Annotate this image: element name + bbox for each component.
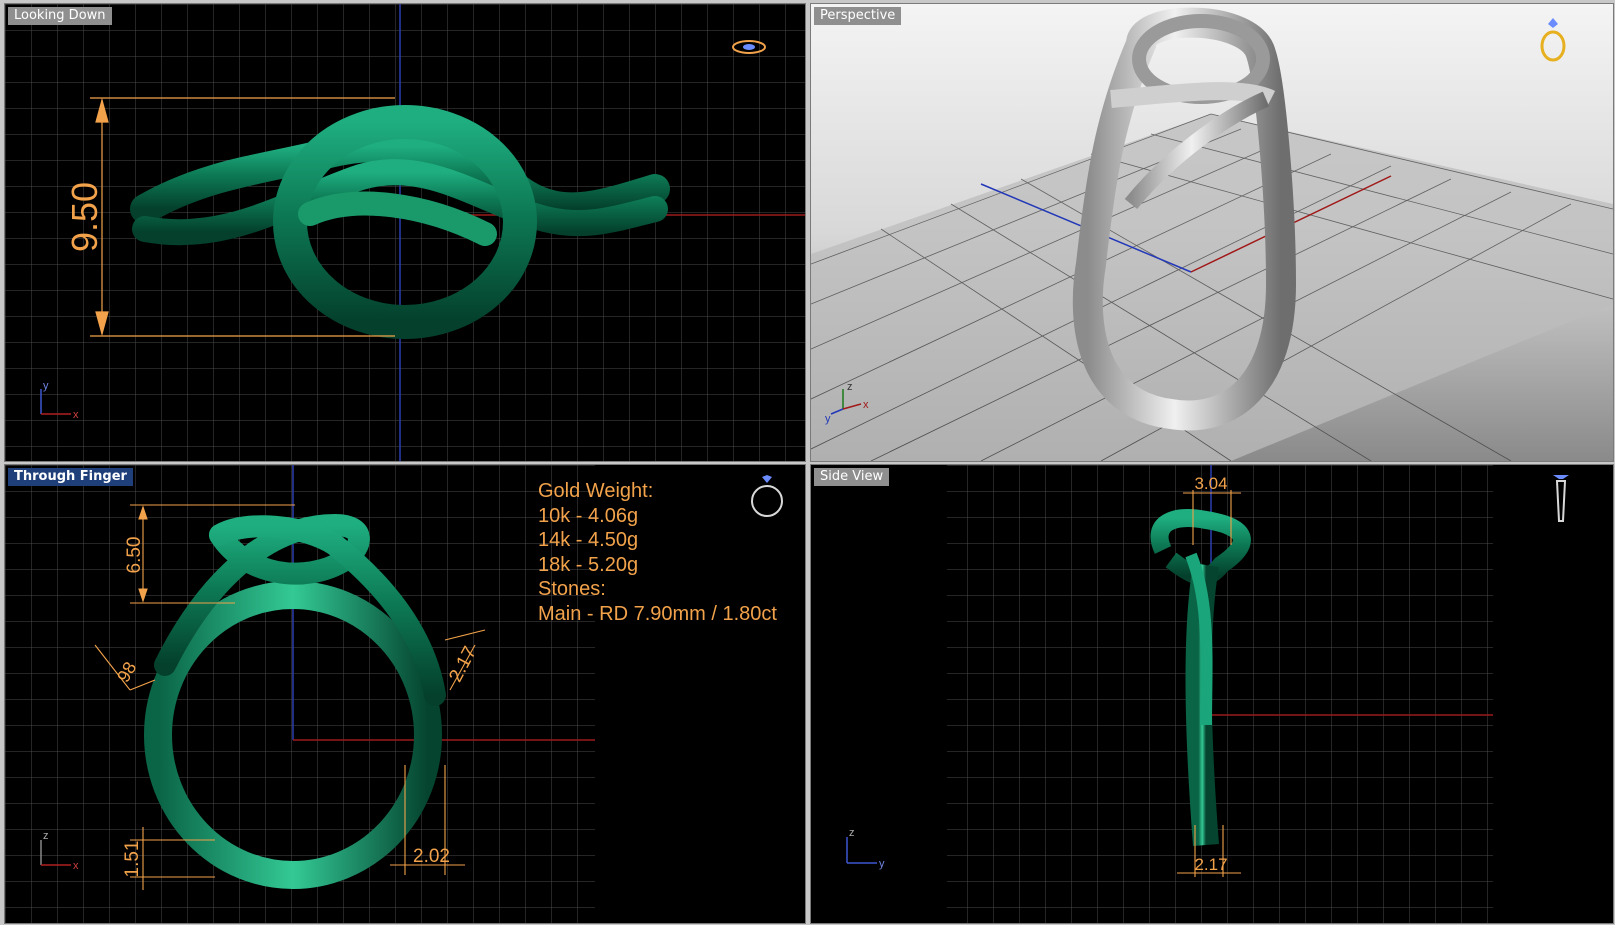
axis-label-y: y bbox=[825, 413, 831, 425]
weight-18k: 18k - 5.20g bbox=[538, 553, 639, 576]
viewport-perspective[interactable]: z y x Perspective bbox=[810, 3, 1614, 462]
axis-label-y: y bbox=[879, 858, 885, 870]
axis-label-x: x bbox=[863, 399, 869, 411]
weight-10k: 10k - 4.06g bbox=[538, 504, 639, 527]
viewport-through-finger[interactable]: 6.50 98 2.17 1.51 2.02 z x Through Finge… bbox=[4, 464, 806, 924]
viewport-title[interactable]: Looking Down bbox=[8, 7, 112, 25]
gold-weight-info: Gold Weight: 10k - 4.06g 14k - 4.50g 18k… bbox=[538, 479, 777, 626]
viewport-side-view[interactable]: 3.04 2.17 z y Side View bbox=[810, 464, 1614, 924]
dimension-label-1-51: 1.51 bbox=[122, 841, 143, 878]
perspective-canvas: z y x bbox=[811, 4, 1613, 461]
viewport-title[interactable]: Side View bbox=[814, 468, 890, 486]
axis-indicator bbox=[846, 837, 877, 864]
dimension-label-2-02: 2.02 bbox=[413, 846, 450, 867]
axis-label-x: x bbox=[73, 409, 79, 421]
viewport-title[interactable]: Perspective bbox=[814, 7, 902, 25]
side-view-canvas: 3.04 2.17 z y bbox=[846, 465, 1569, 923]
axis-label-y: y bbox=[43, 380, 49, 392]
dimension-label-2-17: 2.17 bbox=[1194, 855, 1227, 874]
ring-side-view-icon bbox=[1553, 475, 1569, 522]
axis-label-z: z bbox=[43, 830, 49, 842]
dimension-label-3-04: 3.04 bbox=[1194, 474, 1227, 493]
axis-label-z: z bbox=[847, 381, 853, 393]
dimension-label-9-50: 9.50 bbox=[64, 182, 105, 252]
axis-label-x: x bbox=[73, 860, 79, 872]
axis-label-z: z bbox=[849, 827, 855, 839]
stones-label: Stones: bbox=[538, 578, 606, 600]
looking-down-canvas: 9.50 y x bbox=[5, 4, 805, 461]
viewport-looking-down[interactable]: 9.50 y x Looking Down bbox=[4, 3, 806, 462]
viewport-title[interactable]: Through Finger bbox=[8, 468, 133, 486]
main-stone: Main - RD 7.90mm / 1.80ct bbox=[538, 602, 777, 625]
gold-weight-label: Gold Weight: bbox=[538, 480, 654, 502]
dimension-label-6-50: 6.50 bbox=[124, 537, 145, 574]
weight-14k: 14k - 4.50g bbox=[538, 529, 639, 551]
